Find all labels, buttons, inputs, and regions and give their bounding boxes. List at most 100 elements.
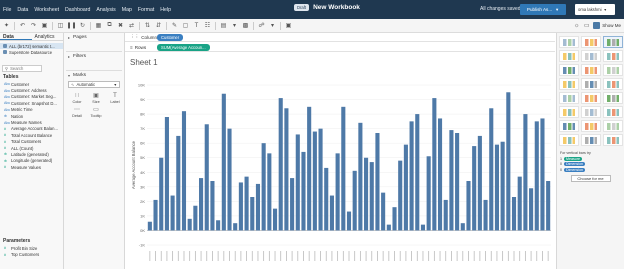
bar[interactable]: [307, 106, 312, 231]
fix-axes-icon[interactable]: ☷: [204, 22, 211, 29]
bar[interactable]: [295, 134, 300, 231]
show-me-chart-option[interactable]: [581, 36, 601, 48]
bar[interactable]: [233, 223, 238, 231]
bar[interactable]: [466, 181, 471, 231]
pages-card[interactable]: ▸ Pages: [64, 33, 124, 41]
pages-dropzone[interactable]: [64, 41, 124, 51]
show-me-chart-option[interactable]: [581, 134, 601, 146]
bar[interactable]: [312, 131, 317, 231]
show-me-chart-option[interactable]: [581, 120, 601, 132]
show-cards-icon[interactable]: ▩: [242, 22, 249, 29]
bar[interactable]: [159, 157, 164, 231]
show-me-chart-option[interactable]: [603, 106, 623, 118]
bar[interactable]: [392, 207, 397, 231]
show-me-chart-option[interactable]: [581, 64, 601, 76]
columns-shelf[interactable]: ⋮⋮ Columns Customer: [125, 33, 555, 42]
search-field[interactable]: ⚲ Search: [2, 65, 42, 72]
show-me-chart-option[interactable]: [581, 78, 601, 90]
bar[interactable]: [529, 188, 534, 231]
bar[interactable]: [346, 211, 352, 231]
show-me-chart-option[interactable]: [559, 50, 579, 62]
mark-type-dropdown[interactable]: ∿ Automatic ▼: [68, 81, 120, 88]
labels-icon[interactable]: T: [193, 22, 200, 29]
sort-ascending-icon[interactable]: ⇅: [144, 22, 151, 29]
menu-item[interactable]: Help: [160, 7, 171, 13]
show-me-chart-option[interactable]: [559, 92, 579, 104]
bar[interactable]: [483, 199, 488, 231]
tableau-logo-icon[interactable]: ✦: [3, 22, 10, 29]
show-me-chart-option[interactable]: [581, 92, 601, 104]
swap-icon[interactable]: ⇄: [128, 22, 135, 29]
bar[interactable]: [460, 223, 465, 231]
save-icon[interactable]: ▣: [41, 22, 48, 29]
bar[interactable]: [216, 220, 221, 231]
refresh-icon[interactable]: ↻: [79, 22, 86, 29]
fit-icon[interactable]: ▤: [220, 22, 227, 29]
mark-button-tooltip[interactable]: ▭ Tooltip: [87, 106, 105, 118]
bar[interactable]: [318, 128, 323, 231]
bar[interactable]: [517, 176, 522, 231]
show-me-chart-option[interactable]: [603, 92, 623, 104]
bar[interactable]: [250, 197, 255, 231]
bar[interactable]: [420, 224, 426, 231]
new-sheet-icon[interactable]: ▦: [95, 22, 102, 29]
bar[interactable]: [324, 167, 329, 231]
choose-for-me-button[interactable]: Choose for me: [570, 174, 611, 182]
bar[interactable]: [329, 195, 334, 231]
duplicate-sheet-icon[interactable]: ⧉: [106, 22, 113, 29]
bar[interactable]: [221, 93, 226, 231]
show-me-chart-option[interactable]: [559, 134, 579, 146]
workbook-title[interactable]: New Workbook: [313, 4, 360, 11]
mark-button-detail[interactable]: ⋯ Detail: [68, 106, 86, 118]
show-me-chart-option[interactable]: [559, 36, 579, 48]
tab-data[interactable]: Data: [0, 33, 32, 40]
menu-item[interactable]: File: [3, 7, 11, 13]
show-me-chart-option[interactable]: [559, 78, 579, 90]
rows-pill[interactable]: SUM(Average Accoun...: [157, 43, 210, 51]
bar[interactable]: [164, 117, 169, 231]
bar[interactable]: [398, 160, 403, 231]
bar[interactable]: [147, 221, 152, 231]
bar[interactable]: [364, 157, 369, 231]
bar[interactable]: [267, 153, 272, 231]
menu-item[interactable]: Format: [138, 7, 154, 13]
bar-chart[interactable]: Average Account Balance 10K 9K 8K 7K 6K 5K 4K 3K…: [125, 53, 555, 269]
show-me-chart-option[interactable]: [603, 134, 623, 146]
rows-shelf[interactable]: ≡ Rows SUM(Average Accoun...: [125, 43, 555, 52]
bar[interactable]: [352, 170, 357, 231]
menu-item[interactable]: Data: [17, 7, 28, 13]
filters-card[interactable]: ▸ Filters: [64, 52, 124, 60]
bar[interactable]: [181, 111, 187, 231]
group-icon[interactable]: ▢: [182, 22, 189, 29]
show-me-chart-option[interactable]: [559, 106, 579, 118]
share-icon[interactable]: ☼: [573, 22, 580, 29]
show-me-chart-option[interactable]: [559, 64, 579, 76]
tab-analytics[interactable]: Analytics: [32, 33, 64, 40]
bar[interactable]: [426, 156, 431, 231]
datasource-item[interactable]: ALL (br172) semantic t...: [0, 43, 63, 49]
show-me-toggle[interactable]: ☼ ▭ Show Me: [573, 22, 621, 29]
pause-updates-icon[interactable]: ❚❚: [66, 22, 76, 29]
bar[interactable]: [546, 181, 551, 231]
bar[interactable]: [210, 181, 215, 231]
bar[interactable]: [437, 118, 443, 231]
redo-icon[interactable]: ↷: [30, 22, 37, 29]
bar[interactable]: [511, 197, 517, 231]
bar[interactable]: [494, 144, 499, 231]
mark-button-color[interactable]: ∷ Color: [68, 92, 86, 104]
bar[interactable]: [534, 121, 539, 231]
bar[interactable]: [255, 183, 261, 231]
chevron-down-icon[interactable]: ▾: [231, 22, 238, 29]
bar[interactable]: [540, 118, 545, 231]
bar[interactable]: [455, 133, 460, 231]
chevron-down-icon[interactable]: ▾: [269, 22, 276, 29]
datasource-item[interactable]: Superstore Datasource: [0, 49, 63, 55]
bar[interactable]: [415, 114, 420, 231]
bar[interactable]: [193, 205, 198, 231]
marks-card[interactable]: ▾ Marks: [64, 71, 124, 79]
bar[interactable]: [386, 224, 391, 231]
bar[interactable]: [244, 176, 249, 231]
mark-button-size[interactable]: ▣ Size: [87, 92, 105, 104]
columns-pill[interactable]: Customer: [157, 33, 184, 41]
show-me-chart-option[interactable]: [603, 50, 623, 62]
